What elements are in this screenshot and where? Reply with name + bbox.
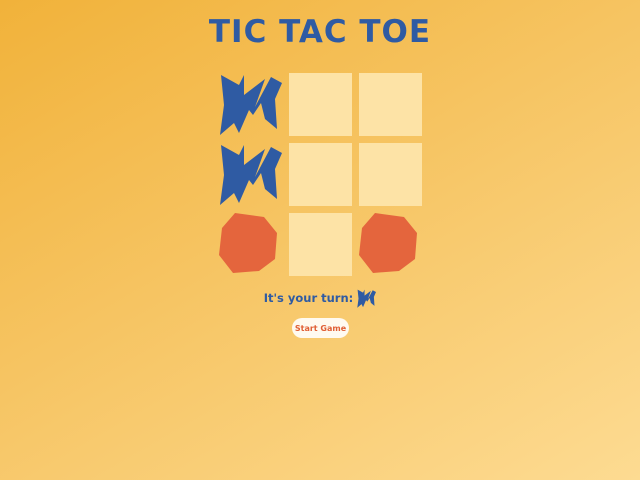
jagged-blue-x-icon xyxy=(220,75,282,135)
game-title: TIC TAC TOE xyxy=(208,14,432,50)
game-board xyxy=(219,73,422,276)
board-cell-3[interactable] xyxy=(359,73,422,136)
jagged-blue-x-icon xyxy=(220,145,282,205)
turn-label: It's your turn: xyxy=(263,291,354,305)
board-cell-5[interactable] xyxy=(289,143,352,206)
board-cell-8[interactable] xyxy=(289,213,352,276)
orange-octagon-o-icon xyxy=(359,213,417,273)
board-cell-7[interactable] xyxy=(219,213,282,276)
orange-octagon-o-icon xyxy=(219,213,277,273)
turn-indicator: It's your turn: xyxy=(0,288,640,308)
current-player-icon xyxy=(357,289,377,308)
board-cell-9[interactable] xyxy=(359,213,422,276)
start-game-button[interactable]: Start Game xyxy=(292,318,349,338)
board-cell-4[interactable] xyxy=(219,143,282,206)
board-cell-6[interactable] xyxy=(359,143,422,206)
board-cell-1[interactable] xyxy=(219,73,282,136)
board-cell-2[interactable] xyxy=(289,73,352,136)
jagged-blue-x-icon xyxy=(357,289,377,308)
